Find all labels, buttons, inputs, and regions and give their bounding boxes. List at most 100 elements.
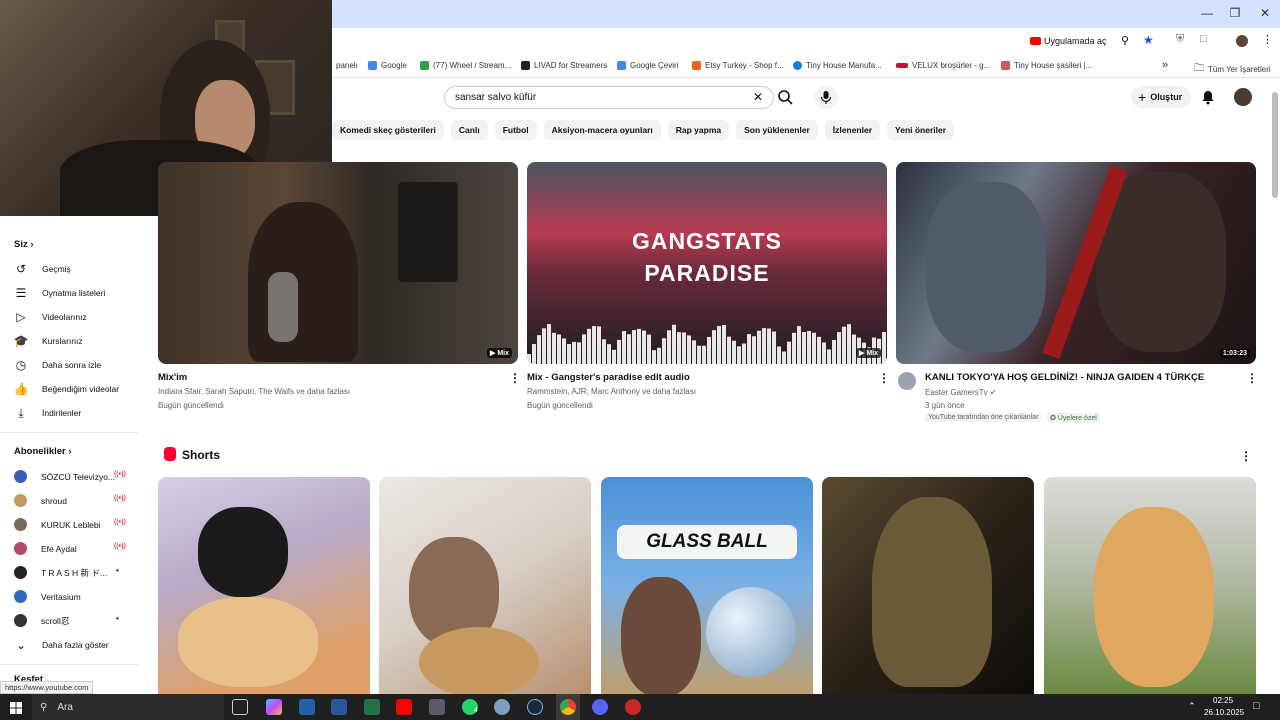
chip[interactable]: Rap yapma	[667, 120, 730, 140]
velux-icon	[896, 63, 908, 68]
sidebar-subscriptions-heading[interactable]: Abonelikler ›	[14, 446, 72, 457]
calculator-icon[interactable]	[429, 699, 445, 715]
steam-icon[interactable]	[527, 699, 543, 715]
more-options-icon[interactable]: ⋮	[509, 371, 521, 385]
bookmark-item[interactable]: VELUX broşürler - g...	[896, 61, 990, 70]
discord-icon[interactable]	[592, 699, 608, 715]
more-options-icon[interactable]: ⋮	[1246, 371, 1258, 385]
channel-name[interactable]: Easter GamersTv ✔	[925, 388, 997, 397]
visualizer-bar	[837, 332, 841, 364]
chip[interactable]: Komedi skeç gösterileri	[332, 120, 444, 140]
sidebar-item-history[interactable]: ↺ Geçmiş	[14, 262, 71, 276]
notifications-bell-icon[interactable]	[1200, 89, 1216, 108]
sidebar-you-heading[interactable]: Siz ›	[14, 239, 34, 250]
bookmark-item[interactable]: LIVAD for Streamers	[521, 61, 607, 70]
visualizer-bar	[542, 328, 546, 364]
subscription-item[interactable]: shroud	[14, 494, 67, 507]
search-button[interactable]	[774, 86, 798, 109]
bookmark-item[interactable]: Tiny House şasileri |...	[1001, 61, 1092, 70]
sidebar-item-liked[interactable]: 👍 Beğendiğim videolar	[14, 382, 120, 396]
short-thumbnail[interactable]	[822, 477, 1034, 694]
app-icon[interactable]	[299, 699, 315, 715]
short-thumbnail[interactable]: GLASS BALL	[601, 477, 813, 694]
bookmark-item[interactable]: (77) Wheel / Stream...	[420, 61, 511, 70]
voice-search-button[interactable]	[814, 86, 838, 109]
visualizer-bar	[677, 332, 681, 364]
subscription-label: KURUK Leblebi	[41, 519, 101, 530]
task-view-icon[interactable]	[232, 699, 248, 715]
short-thumbnail[interactable]	[158, 477, 370, 694]
verified-icon: ✔	[989, 388, 997, 397]
video-title[interactable]: Mix - Gangster's paradise edit audio	[527, 372, 690, 383]
restore-icon[interactable]: ❐	[1228, 6, 1242, 20]
subscription-item[interactable]: Efe Aydal	[14, 542, 77, 555]
profile-avatar[interactable]	[1236, 35, 1248, 47]
bookmark-item[interactable]: panelı	[336, 61, 358, 70]
bookmark-item[interactable]: Tiny House Manufa...	[793, 61, 882, 70]
bookmark-item[interactable]: Google Çeviri	[617, 61, 678, 70]
subscription-item[interactable]: T R A S H 新 ド...	[14, 566, 107, 579]
subscription-item[interactable]: Veritasium	[14, 590, 81, 603]
youtube-app-icon[interactable]	[396, 699, 412, 715]
app-icon[interactable]	[494, 699, 510, 715]
tray-chevron-up-icon[interactable]: ⌃	[1188, 701, 1196, 712]
chip[interactable]: İzlenenler	[824, 120, 881, 140]
close-icon[interactable]: ✕	[1258, 6, 1272, 20]
video-thumbnail[interactable]: 1:03:23	[896, 162, 1256, 364]
shield-icon[interactable]: ⛨	[1176, 33, 1184, 46]
subscription-item[interactable]: scroll忍	[14, 614, 69, 627]
open-in-app-button[interactable]: Uygulamada aç	[1030, 36, 1107, 46]
chip[interactable]: Yeni öneriler	[887, 120, 955, 140]
extensions-icon[interactable]: □	[1200, 33, 1207, 45]
more-options-icon[interactable]: ⋮	[1240, 449, 1252, 463]
bookmark-item[interactable]: Etsy Turkey - Shop f...	[692, 61, 784, 70]
chrome-icon[interactable]	[560, 699, 576, 715]
show-more-button[interactable]: ⌄ Daha fazla göster	[14, 638, 109, 652]
minimize-icon[interactable]: —	[1200, 6, 1214, 20]
channel-avatar[interactable]	[898, 372, 916, 390]
visualizer-bar	[562, 338, 566, 364]
create-button[interactable]: + Oluştur	[1131, 86, 1191, 108]
bookmark-label: LIVAD for Streamers	[534, 61, 608, 70]
subscription-item[interactable]: KURUK Leblebi	[14, 518, 101, 531]
search-input[interactable]: sansar salvo küfür ✕	[444, 86, 774, 109]
short-thumbnail[interactable]	[1044, 477, 1256, 694]
chip[interactable]: Aksiyon-macera oyunları	[543, 120, 661, 140]
bookmark-item[interactable]: Google	[368, 61, 407, 70]
video-title[interactable]: Mix'im	[158, 372, 187, 383]
user-avatar[interactable]	[1234, 88, 1252, 106]
more-bookmarks-icon[interactable]: »	[1162, 59, 1168, 71]
video-thumbnail[interactable]: ▶ Mix	[158, 162, 518, 364]
bookmark-star-icon[interactable]: ★	[1143, 33, 1154, 47]
open-in-app-label: Uygulamada aç	[1044, 36, 1107, 46]
video-title[interactable]: KANLI TOKYO'YA HOŞ GELDİNİZ! - NINJA GAI…	[925, 372, 1204, 383]
zoom-icon[interactable]: ⚲	[1121, 34, 1129, 47]
visualizer-bar	[717, 326, 721, 364]
obs-icon[interactable]	[625, 699, 641, 715]
taskbar-search[interactable]: ⚲ Ara	[32, 694, 224, 720]
sidebar-item-your-videos[interactable]: ▷ Videolarınız	[14, 310, 86, 324]
word-icon[interactable]	[331, 699, 347, 715]
menu-icon[interactable]: ⋮	[1262, 33, 1273, 46]
clock-date[interactable]: 26.10.2025	[1204, 708, 1244, 717]
sidebar-item-watch-later[interactable]: ◷ Daha sonra izle	[14, 358, 101, 372]
clock-time[interactable]: 02:25	[1213, 696, 1233, 705]
sidebar-item-downloads[interactable]: ⤓ İndirilenler	[14, 406, 81, 420]
facebook-icon	[793, 61, 802, 70]
all-bookmarks-button[interactable]: 🗀 Tüm Yer İşaretleri	[1194, 61, 1271, 78]
subscription-item[interactable]: SÖZCÜ Televizyo...	[14, 470, 115, 483]
chip[interactable]: Futbol	[494, 120, 537, 140]
short-thumbnail[interactable]	[379, 477, 591, 694]
chip[interactable]: Son yüklenenler	[736, 120, 818, 140]
clear-search-icon[interactable]: ✕	[753, 90, 763, 104]
copilot-icon[interactable]	[266, 699, 282, 715]
notifications-icon[interactable]: □	[1253, 700, 1260, 712]
sidebar-item-playlists[interactable]: ☰ Oynatma listeleri	[14, 286, 106, 300]
video-thumbnail[interactable]: GANGSTATS PARADISE ▶ Mix	[527, 162, 887, 364]
more-options-icon[interactable]: ⋮	[878, 371, 890, 385]
chip[interactable]: Canlı	[450, 120, 488, 140]
sidebar-item-courses[interactable]: 🎓 Kurslarınız	[14, 334, 83, 348]
windows-start-icon[interactable]	[10, 701, 22, 719]
excel-icon[interactable]	[364, 699, 380, 715]
page-scrollbar[interactable]	[1272, 92, 1278, 198]
